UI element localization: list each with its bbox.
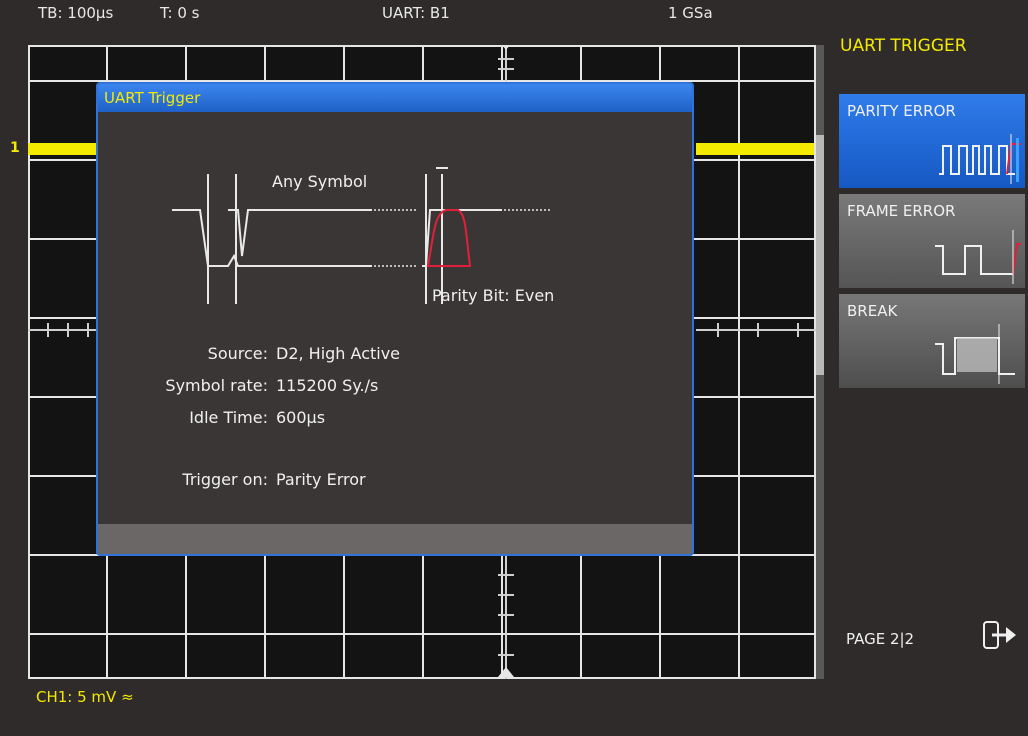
trigger-position-marker-bottom — [498, 667, 514, 677]
scrollbar-thumb[interactable] — [816, 135, 824, 375]
softkey-break[interactable]: BREAK — [839, 294, 1025, 388]
timebase-readout[interactable]: TB: 100µs — [38, 4, 113, 22]
bus-readout[interactable]: UART: B1 — [382, 4, 450, 22]
trigger-on-key: Trigger on: — [182, 470, 268, 489]
symbol-rate-value: 115200 Sy./s — [276, 376, 379, 395]
trigger-on-value: Parity Error — [276, 470, 366, 489]
any-symbol-label: Any Symbol — [272, 172, 368, 191]
page-indicator: PAGE 2|2 — [846, 630, 915, 648]
parity-error-waveform-icon — [939, 134, 1021, 184]
parity-bit-label: Parity Bit: Even — [432, 286, 555, 305]
dialog-footer — [98, 524, 692, 554]
break-waveform-icon — [935, 324, 1015, 384]
softkey-parity-error[interactable]: PARITY ERROR — [839, 94, 1025, 188]
source-value: D2, High Active — [276, 344, 401, 363]
exit-icon[interactable] — [978, 618, 1018, 652]
channel-trace-left — [28, 143, 96, 155]
status-bar: TB: 100µs T: 0 s UART: B1 1 GSa — [0, 0, 828, 22]
uart-trigger-dialog: UART Trigger Any Symbol Parity Bit: Even… — [96, 82, 694, 556]
softkey-frame-error[interactable]: FRAME ERROR — [839, 194, 1025, 288]
channel-trace-right — [696, 143, 814, 155]
idle-time-key: Idle Time: — [189, 408, 268, 427]
dialog-title: UART Trigger — [98, 84, 692, 112]
idle-time-value: 600µs — [276, 408, 326, 427]
symbol-rate-key: Symbol rate: — [165, 376, 268, 395]
channel-ground-marker[interactable]: 1 — [10, 140, 20, 156]
vertical-scrollbar[interactable] — [816, 45, 824, 679]
trigger-time-readout[interactable]: T: 0 s — [160, 4, 199, 22]
frame-error-waveform-icon — [935, 230, 1021, 284]
source-key: Source: — [207, 344, 268, 363]
sample-rate-readout: 1 GSa — [668, 4, 713, 22]
menu-title: UART TRIGGER — [840, 36, 967, 56]
channel-status[interactable]: CH1: 5 mV ≈ — [36, 688, 134, 706]
